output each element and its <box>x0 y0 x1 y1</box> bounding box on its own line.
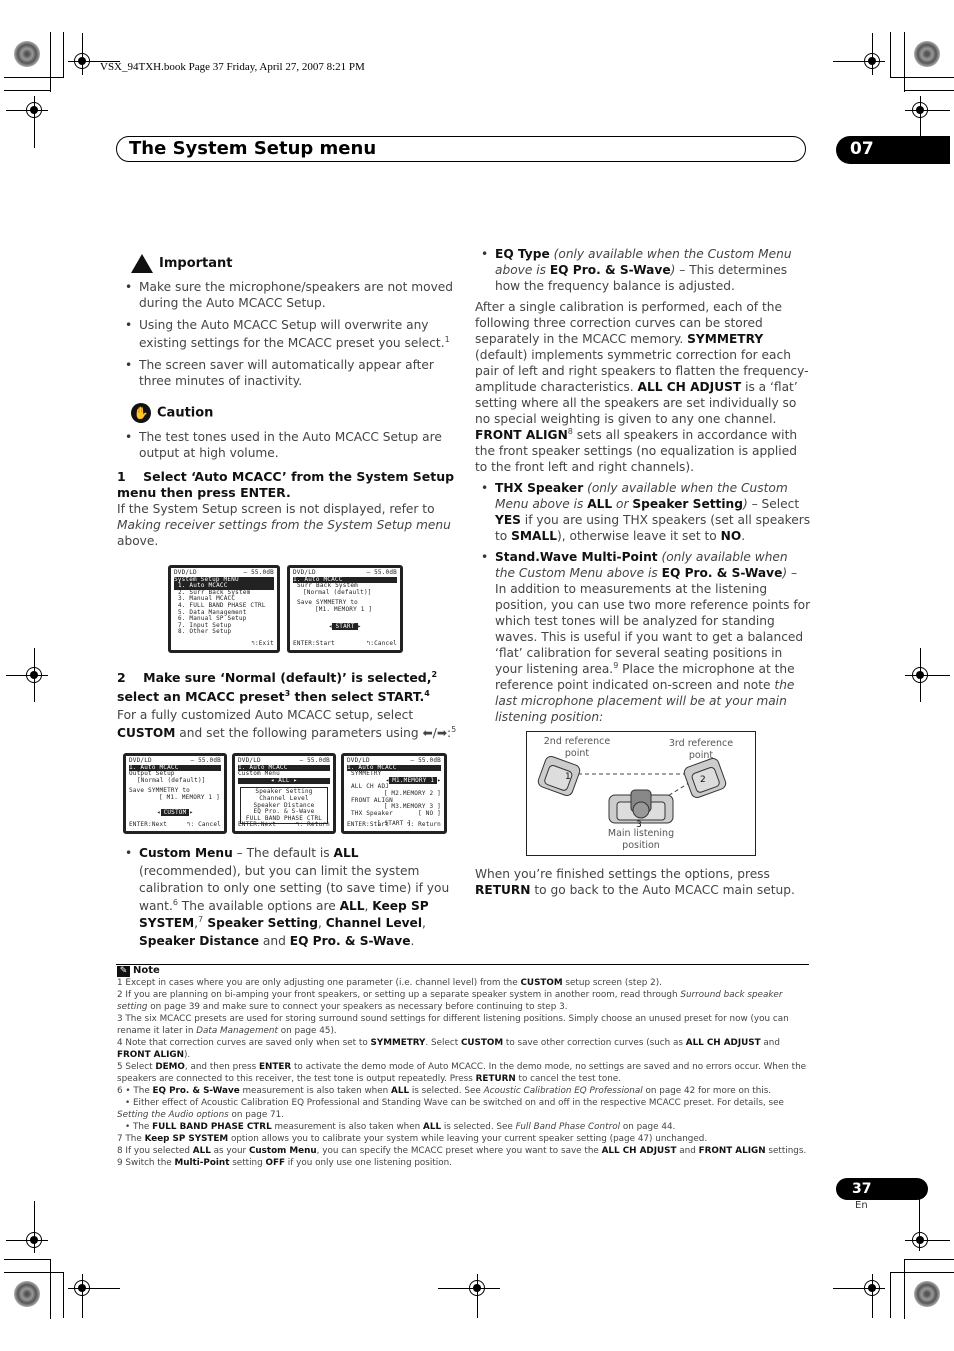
armchair-1-icon <box>537 755 581 797</box>
osd-auto-mcacc: DVD/LD – 55.0dB 1. Auto MCACC Surr Back S… <box>287 565 403 653</box>
custom-option: CUSTOM <box>160 808 190 816</box>
note-6b: • Either effect of Acoustic Calibration … <box>117 1098 784 1120</box>
note-4: 4 Note that correction curves are saved … <box>117 1038 780 1060</box>
step-1-heading: 1 Select ‘Auto MCACC’ from the System Se… <box>117 469 455 500</box>
note-7: 7 The Keep SP SYSTEM option allows you t… <box>117 1134 708 1144</box>
label-3rd-reference: 3rd reference point <box>668 738 734 761</box>
list-item: Custom Menu – The default is ALL (recomm… <box>117 845 457 950</box>
page-title: The System Setup menu <box>129 138 377 159</box>
print-info: VSX_94TXH.book Page 37 Friday, April 27,… <box>100 61 365 73</box>
page-number: 37 <box>852 1181 872 1197</box>
label-2nd-reference: 2nd reference point <box>543 736 611 759</box>
registration-disc-icon <box>14 41 40 67</box>
important-heading: Important <box>131 254 457 273</box>
thx-speaker-item: THX Speaker (only available when the Cus… <box>473 480 811 544</box>
note-3: 3 The six MCACC presets are used for sto… <box>117 1014 789 1036</box>
note-5: 5 Select DEMO, and then press ENTER to a… <box>117 1062 807 1084</box>
custom-menu-description: Custom Menu – The default is ALL (recomm… <box>117 845 457 955</box>
step-2-body: For a fully customized Auto MCACC setup,… <box>117 708 457 740</box>
notes-section: ✎ Note 1 Except in cases where you are on… <box>117 965 809 1169</box>
pencil-icon: ✎ <box>117 966 130 977</box>
warning-hand-icon <box>131 254 153 273</box>
step-2: 2 Make sure ‘Normal (default)’ is select… <box>117 668 457 742</box>
standing-wave-item: Stand.Wave Multi-Point (only available w… <box>473 549 811 725</box>
osd-system-setup-menu: DVD/LD – 55.0dB System Setup MENU 1. Auto… <box>168 565 280 653</box>
page-title-bar: The System Setup menu <box>116 136 806 162</box>
important-list: Make sure the microphone/speakers are no… <box>117 279 457 389</box>
language-code: En <box>855 1200 868 1211</box>
finish-paragraph: When you’re finished settings the option… <box>475 867 795 897</box>
osd-output-setup: DVD/LD – 55.0dB 1. Auto MCACC Output Setu… <box>123 753 227 834</box>
label-main-listening: Main listening position <box>607 828 675 851</box>
registration-disc-icon <box>14 1281 40 1307</box>
caution-heading: ✋ Caution <box>131 403 457 423</box>
eq-type-item: EQ Type (only available when the Custom … <box>473 246 811 294</box>
point-2-number: 2 <box>700 775 706 785</box>
start-option: START <box>332 622 358 630</box>
step-1-body: If the System Setup screen is not displa… <box>117 502 451 548</box>
note-6a: 6 • The EQ Pro. & S-Wave measurement is … <box>117 1086 772 1096</box>
notes-heading: ✎ Note <box>117 965 809 977</box>
page-number-badge: 37 <box>836 1178 928 1200</box>
note-1: 1 Except in cases where you are only adj… <box>117 978 662 988</box>
sofa-icon <box>608 789 674 824</box>
custom-options-box: Speaker Setting Channel Level Speaker Di… <box>240 787 328 825</box>
right-column: EQ Type (only available when the Custom … <box>475 246 811 730</box>
chapter-badge: 07 <box>836 136 950 164</box>
list-item: Using the Auto MCACC Setup will overwrit… <box>117 316 457 352</box>
stop-hand-icon: ✋ <box>131 403 151 423</box>
note-8: 8 If you selected ALL as your Custom Men… <box>117 1146 807 1156</box>
step-2-heading: 2 Make sure ‘Normal (default)’ is select… <box>117 669 438 704</box>
caution-list: The test tones used in the Auto MCACC Se… <box>117 429 457 461</box>
note-2: 2 If you are planning on bi-amping your … <box>117 990 783 1012</box>
list-item: Make sure the microphone/speakers are no… <box>117 279 457 311</box>
left-column: Important Make sure the microphone/speak… <box>117 254 457 549</box>
osd-custom-menu: DVD/LD – 55.0dB 1. Auto MCACC Custom Menu… <box>232 753 336 834</box>
registration-disc-icon <box>914 1281 940 1307</box>
point-1-number: 1 <box>565 772 571 782</box>
note-6c: • The FULL BAND PHASE CTRL measurement i… <box>125 1122 676 1132</box>
list-item: The test tones used in the Auto MCACC Se… <box>117 429 457 461</box>
list-item: The screen saver will automatically appe… <box>117 357 457 389</box>
osd-correction-curves: DVD/LD – 55.0dB 1. Auto MCACC SYMMETRY ◂ M… <box>341 753 447 834</box>
correction-curves-paragraph: After a single calibration is performed,… <box>475 300 809 474</box>
chapter-number: 07 <box>850 139 874 159</box>
note-9: 9 Switch the Multi-Point setting OFF if … <box>117 1158 452 1168</box>
listening-positions-diagram: 1 2 3 2nd reference point 3rd reference … <box>526 731 756 856</box>
registration-disc-icon <box>914 41 940 67</box>
